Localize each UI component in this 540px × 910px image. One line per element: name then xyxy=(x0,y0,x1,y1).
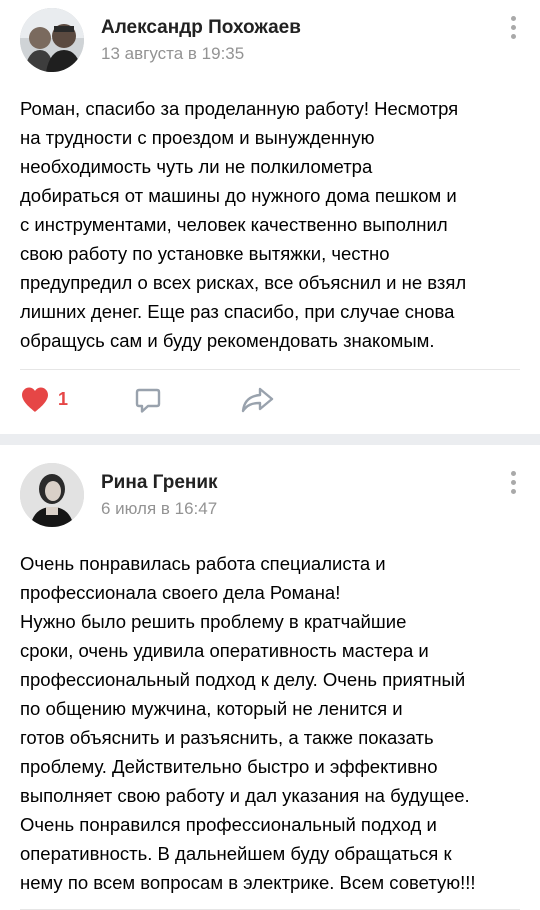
text-line: на трудности с проездом и вынужденную xyxy=(20,127,375,148)
post-text: Очень понравилась работа специалиста и п… xyxy=(20,549,520,897)
author-name[interactable]: Рина Греник xyxy=(101,472,218,494)
text-line: с инструментами, человек качественно вып… xyxy=(20,214,448,235)
text-line: Очень понравился профессиональный подход… xyxy=(20,814,437,835)
avatar[interactable] xyxy=(20,8,84,72)
text-line: обращусь сам и буду рекомендовать знаком… xyxy=(20,330,435,351)
feed-separator xyxy=(0,434,540,445)
text-line: лишних денег. Еще раз спасибо, при случа… xyxy=(20,301,455,322)
like-button[interactable]: 1 xyxy=(20,386,68,413)
text-line: оперативность. В дальнейшем буду обращат… xyxy=(20,843,452,864)
text-line: нему по всем вопросам в электрике. Всем … xyxy=(20,872,476,893)
text-line: Роман, спасибо за проделанную работу! Не… xyxy=(20,98,459,119)
post-actions: 1 xyxy=(0,370,540,434)
heart-icon xyxy=(22,387,48,412)
text-line: проблему. Действительно быстро и эффекти… xyxy=(20,756,438,777)
post-date[interactable]: 13 августа в 19:35 xyxy=(101,44,244,64)
share-button[interactable] xyxy=(241,386,275,419)
more-vertical-icon[interactable] xyxy=(508,16,518,42)
text-line: готов объяснить и разъяснить, а также по… xyxy=(20,727,434,748)
text-line: добираться от машины до нужного дома пеш… xyxy=(20,185,457,206)
post-header: Александр Похожаев 13 августа в 19:35 xyxy=(0,4,540,94)
post-date[interactable]: 6 июля в 16:47 xyxy=(101,499,217,519)
text-line: сроки, очень удивила оперативность масте… xyxy=(20,640,429,661)
more-vertical-icon[interactable] xyxy=(508,471,518,497)
post-header: Рина Греник 6 июля в 16:47 xyxy=(0,459,540,549)
share-icon xyxy=(241,387,274,413)
comment-button[interactable] xyxy=(134,387,162,420)
text-line: Очень понравилась работа специалиста и xyxy=(20,553,386,574)
text-line: по общению мужчина, который не ленится и xyxy=(20,698,403,719)
text-line: необходимость чуть ли не полкилометра xyxy=(20,156,373,177)
comment-icon xyxy=(135,388,161,413)
text-line: предупредил о всех рисках, все объяснил … xyxy=(20,272,467,293)
text-line: Нужно было решить проблему в кратчайшие xyxy=(20,611,407,632)
text-line: профессиональный подход к делу. Очень пр… xyxy=(20,669,466,690)
like-count: 1 xyxy=(58,389,69,409)
post-1: Александр Похожаев 13 августа в 19:35 Ро… xyxy=(0,0,540,434)
text-line: профессионала своего дела Романа! xyxy=(20,582,341,603)
avatar[interactable] xyxy=(20,463,84,527)
author-name[interactable]: Александр Похожаев xyxy=(101,17,301,39)
text-line: свою работу по установке вытяжки, честно xyxy=(20,243,390,264)
post-text: Роман, спасибо за проделанную работу! Не… xyxy=(20,94,520,355)
post-2: Рина Греник 6 июля в 16:47 Очень понрави… xyxy=(0,445,540,910)
text-line: выполняет свою работу и дал указания на … xyxy=(20,785,470,806)
